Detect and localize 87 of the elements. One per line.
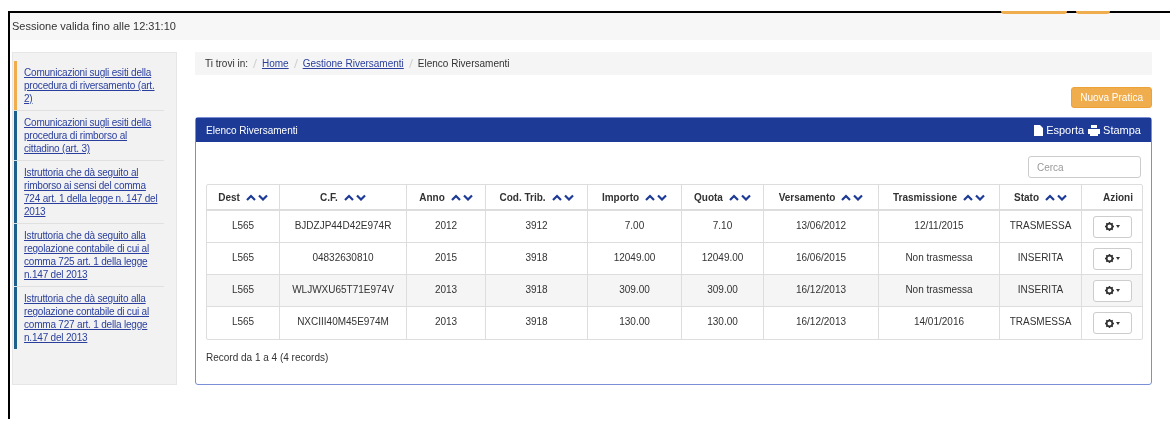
table-cell-text: NXCIII40M45E974M: [297, 315, 389, 326]
gear-icon: [1105, 286, 1114, 295]
column-header: Versamento: [778, 190, 836, 205]
table-cell-text: INSERITA: [1017, 251, 1064, 262]
actions-button[interactable]: [1093, 247, 1132, 270]
table-cell-text: BJDZJP44D42E974R: [294, 219, 392, 230]
table-cell-text: L565: [231, 251, 255, 262]
column-header: Trasmissione: [893, 190, 957, 205]
table-cell-text: 2013: [434, 315, 458, 326]
table-cell-text: 16/06/2015: [795, 251, 847, 262]
column-header: Azioni: [1103, 190, 1133, 205]
separator-icon: [252, 59, 257, 68]
table-cell-text: L565: [231, 315, 255, 326]
gear-icon: [1105, 318, 1114, 328]
table-cell-text: 12049.00: [613, 251, 656, 262]
breadcrumb-prefix: Ti trovi in:: [205, 57, 248, 71]
table-cell-text: 7.00: [624, 219, 645, 230]
breadcrumb-link[interactable]: Home: [261, 56, 289, 71]
actions-button[interactable]: [1093, 215, 1132, 238]
sort-arrows-icon[interactable]: [245, 193, 268, 201]
table-cell-text: 3918: [525, 315, 548, 326]
panel-action-link[interactable]: Stampa: [1103, 121, 1141, 139]
sort-arrows-icon[interactable]: [343, 193, 366, 201]
panel-action-link[interactable]: Esporta: [1046, 121, 1085, 139]
sort-arrows-icon[interactable]: [728, 193, 751, 201]
gear-icon: [1105, 222, 1114, 231]
session-text: Sessione valida fino alle 12:31:10: [12, 19, 176, 35]
separator-icon: [293, 59, 298, 68]
separator-icon: [408, 59, 413, 68]
table-cell-text: L565: [231, 219, 255, 230]
column-header: C.F.: [320, 190, 338, 205]
breadcrumb-current: Elenco Riversamenti: [417, 57, 510, 71]
table-cell-text: 3918: [525, 251, 548, 262]
table-cell-text: L565: [231, 283, 255, 294]
table-cell-text: 130.00: [619, 315, 650, 326]
sidebar-link[interactable]: Istruttoria che dà seguito al rimborso ai sensi del comma 724 art. 1 della legge n. 147 del 2013: [17, 161, 164, 223]
table-cell-text: 130.00: [707, 315, 738, 326]
table-cell-text: TRASMESSA: [1009, 219, 1072, 230]
caret-icon: [1116, 225, 1120, 228]
breadcrumb-link[interactable]: Gestione Riversamenti: [302, 56, 404, 71]
sort-arrows-icon[interactable]: [551, 193, 574, 201]
sort-arrows-icon[interactable]: [841, 193, 864, 201]
record-count: Record da 1 a 4 (4 records): [206, 351, 330, 365]
column-header: Stato: [1014, 190, 1039, 205]
table-cell-text: 3918: [525, 283, 548, 294]
column-header: Cod. Trib.: [499, 190, 546, 205]
table-cell-text: 12/11/2015: [914, 219, 964, 230]
table-cell-text: 2012: [434, 219, 458, 230]
table-cell-text: INSERITA: [1017, 283, 1064, 294]
sidebar-link[interactable]: Comunicazioni sugli esiti della procedura di riversamento (art. 2): [17, 61, 164, 110]
caret-icon: [1116, 321, 1120, 325]
table-cell-text: 2013: [434, 283, 458, 294]
sidebar-link[interactable]: Istruttoria che dà seguito alla regolazione contabile di cui al comma 727 art. 1 della legge n.147 del 2013: [17, 287, 164, 349]
table-cell-text: 16/12/2013: [795, 283, 847, 294]
column-header: Anno: [419, 190, 445, 205]
column-header: Dest: [218, 190, 240, 205]
sidebar-link[interactable]: Comunicazioni sugli esiti della procedura di rimborso al cittadino (art. 3): [17, 111, 164, 160]
panel-title: Elenco Riversamenti: [206, 123, 298, 138]
table-cell-text: 04832630810: [312, 251, 374, 262]
table-cell-text: 16/12/2013: [795, 315, 847, 326]
sidebar-link[interactable]: Istruttoria che dà seguito alla regolazione contabile di cui al comma 725 art. 1 della legge n.147 del 2013: [17, 224, 164, 286]
table-cell-text: 2015: [434, 251, 458, 262]
table-cell-text: 3912: [525, 219, 548, 230]
table-cell-text: 7.10: [712, 219, 733, 230]
table-cell-text: 309.00: [619, 283, 650, 294]
print-icon: [1088, 124, 1101, 136]
sort-arrows-icon[interactable]: [645, 193, 668, 201]
caret-icon: [1116, 257, 1120, 260]
actions-button[interactable]: [1093, 279, 1132, 302]
table-cell-text: Non trasmessa: [905, 251, 973, 262]
document-icon: [1034, 124, 1044, 136]
table-cell-text: 309.00: [707, 283, 738, 294]
table-cell-text: TRASMESSA: [1009, 315, 1072, 326]
table-cell-text: 13/06/2012: [795, 219, 847, 230]
sort-arrows-icon[interactable]: [962, 193, 985, 201]
table-cell-text: Non trasmessa: [905, 283, 973, 294]
table-cell-text: 12049.00: [701, 251, 744, 262]
gear-icon: [1105, 254, 1114, 263]
search-field[interactable]: Cerca: [1028, 156, 1141, 178]
actions-button[interactable]: [1093, 312, 1132, 334]
sort-arrows-icon[interactable]: [1045, 193, 1067, 201]
sort-arrows-icon[interactable]: [450, 193, 473, 201]
column-header: Quota: [694, 190, 723, 205]
column-header: Importo: [601, 190, 640, 205]
table-cell-text: 14/01/2016: [913, 315, 965, 326]
table-cell-text: WLJWXU65T71E974V: [292, 283, 394, 294]
caret-icon: [1116, 289, 1120, 292]
